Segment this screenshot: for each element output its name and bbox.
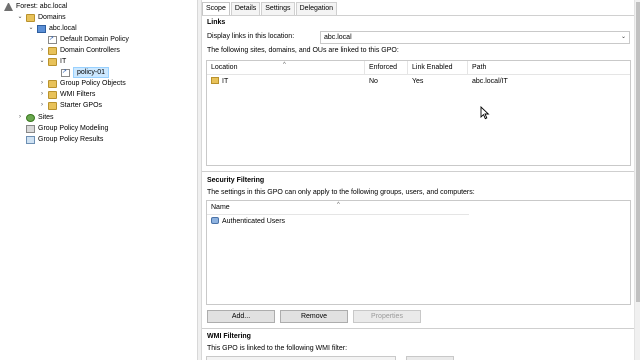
tree-label-it: IT [60,58,67,65]
column-link-enabled[interactable]: Link Enabled [408,61,468,75]
security-list-header: ^ Name [207,201,469,215]
tree-node-modeling[interactable]: Group Policy Modeling [24,123,108,134]
tab-delegation[interactable]: Delegation [295,2,338,15]
tree-label-policy-01: policy-01 [73,67,110,78]
location-dropdown-value: abc.local [324,34,352,41]
sort-up-icon: ^ [283,62,286,68]
tree-label-domain: abc.local [49,25,77,32]
tab-divider [202,15,634,16]
tree-node-policy-01[interactable]: policy-01 [59,67,110,78]
sort-up-icon: ^ [337,202,340,208]
cell-location-text: IT [222,78,229,85]
sites-icon [26,113,35,122]
properties-button[interactable]: Properties [353,310,421,323]
list-item[interactable]: Authenticated Users [207,216,469,228]
tab-scope[interactable]: Scope [202,2,230,16]
section-divider [202,328,634,329]
tree-node-default-domain-policy[interactable]: Default Domain Policy [46,34,129,45]
table-row[interactable]: IT No Yes abc.local/IT [207,76,630,88]
collapse-icon[interactable]: ⌄ [16,12,24,23]
expand-icon[interactable]: › [38,89,46,100]
cell-link-enabled: Yes [412,78,424,85]
tree-node-gpo-objects[interactable]: › Group Policy Objects [38,78,126,89]
ou-icon [48,57,57,66]
tree-node-sites[interactable]: › Sites [16,112,54,123]
column-location-label: Location [211,64,238,71]
tree-node-domains[interactable]: ⌄ Domains [16,12,66,23]
gpo-link-icon [48,34,57,45]
ou-icon [48,46,57,55]
open-wmi-button[interactable] [406,356,454,360]
gpmc-tree-pane: Forest: abc.local ⌄ Domains ⌄ abc.local … [0,0,197,360]
folder-icon [48,101,57,110]
security-note: The settings in this GPO can only apply … [207,189,475,196]
expand-icon[interactable]: › [16,112,24,123]
chevron-down-icon: ⌄ [620,34,626,40]
folder-icon [48,79,57,88]
vertical-scrollbar[interactable] [634,0,640,360]
tree-node-it[interactable]: ⌄ IT [38,56,66,67]
tree-label-starter-gpos: Starter GPOs [60,102,103,109]
wmi-title: WMI Filtering [207,333,251,340]
cell-name: Authenticated Users [207,216,285,228]
tree-label-domains: Domains [38,14,66,21]
cell-location: IT [207,76,228,88]
scrollbar-thumb[interactable] [636,2,640,302]
tree-node-forest[interactable]: Forest: abc.local [2,1,67,12]
tree-label-results: Group Policy Results [38,136,104,143]
folder-icon [48,90,57,99]
tree-label-sites: Sites [38,114,54,121]
location-dropdown[interactable]: abc.local ⌄ [320,31,630,44]
tab-details[interactable]: Details [230,2,261,15]
mouse-cursor-icon [480,105,490,120]
results-icon [26,135,35,144]
links-list-header: ^ Location Enforced Link Enabled Path [207,61,630,75]
ou-icon [211,77,219,84]
tree-node-wmi-filters[interactable]: › WMI Filters [38,89,95,100]
tree-label-default-domain-policy: Default Domain Policy [60,36,129,43]
collapse-icon[interactable]: ⌄ [38,56,46,67]
cell-enforced: No [369,78,378,85]
forest-icon [4,2,13,11]
folder-icon [26,13,35,22]
tab-strip: Scope Details Settings Delegation [202,2,338,16]
add-button[interactable]: Add... [207,310,275,323]
tree-node-domain-controllers[interactable]: › Domain Controllers [38,45,120,56]
tree-label-modeling: Group Policy Modeling [38,125,109,132]
tab-settings[interactable]: Settings [261,2,295,15]
tree-node-results[interactable]: Group Policy Results [24,134,103,145]
links-list[interactable]: ^ Location Enforced Link Enabled Path IT… [206,60,631,166]
tree-label-domain-controllers: Domain Controllers [60,47,120,54]
tree-node-domain[interactable]: ⌄ abc.local [27,23,77,34]
tree-label-forest: Forest: abc.local [16,3,68,10]
expand-icon[interactable]: › [38,45,46,56]
domain-icon [37,24,46,33]
column-location[interactable]: ^ Location [207,61,365,75]
wmi-note: This GPO is linked to the following WMI … [207,345,348,352]
links-title: Links [207,19,226,26]
column-path[interactable]: Path [468,61,630,75]
expand-icon[interactable]: › [38,78,46,89]
security-list[interactable]: ^ Name Authenticated Users [206,200,631,305]
users-icon [211,217,219,224]
gpo-link-icon [61,67,70,78]
tree-label-gpo-objects: Group Policy Objects [60,80,126,87]
remove-button[interactable]: Remove [280,310,348,323]
links-note: The following sites, domains, and OUs ar… [207,47,399,54]
column-name-label: Name [211,204,230,211]
wmi-filter-dropdown[interactable] [206,356,396,360]
security-title: Security Filtering [207,177,265,184]
gpo-details-pane: Scope Details Settings Delegation Links … [202,0,634,360]
collapse-icon[interactable]: ⌄ [27,23,35,34]
modeling-icon [26,124,35,133]
display-links-label: Display links in this location: [207,33,295,40]
cell-path: abc.local/IT [472,78,508,85]
tree-node-starter-gpos[interactable]: › Starter GPOs [38,100,102,111]
column-enforced[interactable]: Enforced [365,61,408,75]
column-name[interactable]: ^ Name [207,201,469,215]
tree-label-wmi-filters: WMI Filters [60,91,96,98]
expand-icon[interactable]: › [38,100,46,111]
section-divider [202,171,634,172]
cell-name-text: Authenticated Users [222,218,286,225]
